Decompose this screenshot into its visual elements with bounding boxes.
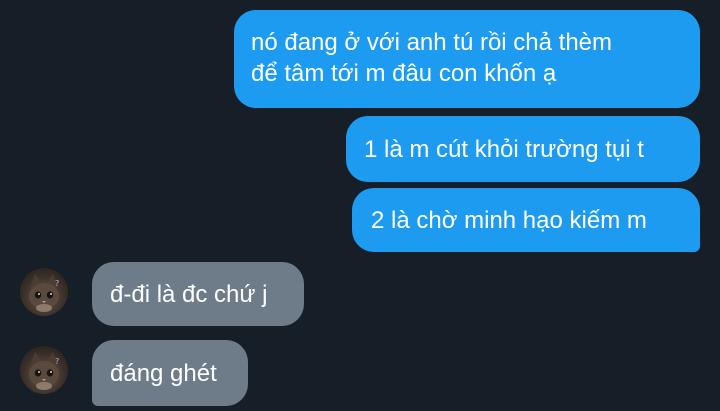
sent-message-bubble[interactable]: 2 là chờ minh hạo kiếm m bbox=[352, 188, 700, 252]
message-text: đ-đi là đc chứ j bbox=[110, 281, 268, 308]
sent-message-bubble[interactable]: 1 là m cút khỏi trường tụi t bbox=[346, 116, 700, 182]
cat-avatar-icon[interactable]: ? bbox=[20, 268, 68, 316]
cat-face-icon: ? bbox=[29, 352, 59, 390]
message-text: nó đang ở với anh tú rồi chả thèm bbox=[251, 29, 613, 56]
received-message-bubble[interactable]: đ-đi là đc chứ j bbox=[92, 262, 304, 326]
cat-avatar-icon[interactable]: ? bbox=[20, 346, 68, 394]
message-text: 2 là chờ minh hạo kiếm m bbox=[371, 207, 647, 234]
sent-message-bubble[interactable]: nó đang ở với anh tú rồi chả thèm để tâm… bbox=[234, 10, 700, 108]
cat-face-icon: ? bbox=[29, 274, 59, 312]
message-text: để tâm tới m đâu con khốn ạ bbox=[251, 60, 557, 87]
received-message-bubble[interactable]: đáng ghét bbox=[92, 340, 248, 406]
message-text: đáng ghét bbox=[110, 360, 217, 387]
svg-text:?: ? bbox=[55, 279, 59, 288]
svg-text:?: ? bbox=[55, 357, 59, 366]
message-text: 1 là m cút khỏi trường tụi t bbox=[364, 136, 644, 163]
